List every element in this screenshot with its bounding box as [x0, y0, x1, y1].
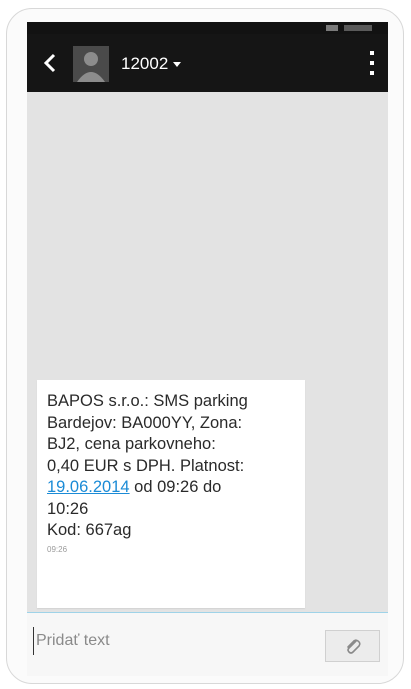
message-text: BAPOS s.r.o.: SMS parking Bardejov: BA00… — [47, 391, 295, 542]
contact-name: 12002 — [121, 54, 169, 73]
message-timestamp: 09:26 — [47, 544, 68, 554]
compose-input[interactable] — [33, 627, 312, 655]
more-vertical-icon[interactable] — [362, 47, 382, 79]
chevron-down-icon — [173, 62, 182, 68]
sms-screen: 12002 BAPOS s.r.o.: SMS parking Bardejov… — [27, 22, 388, 676]
attach-button[interactable] — [325, 630, 380, 662]
status-bar — [27, 22, 388, 34]
message-bubble[interactable]: BAPOS s.r.o.: SMS parking Bardejov: BA00… — [37, 380, 305, 608]
message-text-part: BAPOS s.r.o.: SMS parking Bardejov: BA00… — [47, 392, 248, 475]
battery-icon — [344, 25, 372, 31]
paperclip-icon — [346, 639, 361, 654]
signal-icon — [326, 25, 338, 31]
overflow-dot — [370, 61, 374, 65]
contact-selector[interactable]: 12002 — [121, 51, 182, 77]
overflow-dot — [370, 71, 374, 75]
conversation-thread[interactable]: BAPOS s.r.o.: SMS parking Bardejov: BA00… — [27, 92, 388, 612]
status-icons — [326, 25, 374, 31]
message-date-link[interactable]: 19.06.2014 — [47, 478, 130, 496]
message-composer — [27, 612, 388, 676]
back-arrow-icon[interactable] — [41, 48, 61, 78]
action-bar: 12002 — [27, 34, 388, 92]
overflow-dot — [370, 51, 374, 55]
avatar[interactable] — [73, 46, 109, 82]
